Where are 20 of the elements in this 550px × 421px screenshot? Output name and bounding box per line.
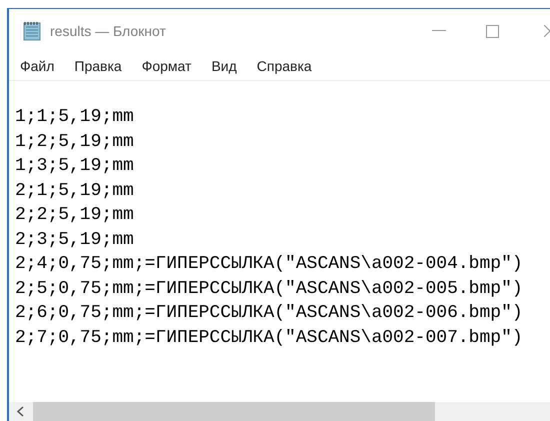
menu-item[interactable]: Справка [256,56,312,77]
text-line: 1;1;5,19;mm [15,106,134,129]
menu-item[interactable]: Правка [74,56,122,77]
text-line: 2;6;0,75;mm;=ГИПЕРССЫЛКА("ASCANS\a002-006.bmp") [15,302,523,325]
text-line: 2;3;5,19;mm [15,228,134,252]
minimize-icon[interactable] [432,30,446,32]
text-line: 1;2;5,19;mm [15,130,134,154]
text-line: 2;5;0,75;mm;=ГИПЕРССЫЛКА("ASCANS\a002-005.bmp") [15,278,523,300]
window-title: results — Блокнот [50,22,166,40]
text-line: 2;2;5,19;mm [15,204,134,227]
menu-item[interactable]: Вид [211,56,237,77]
scrollbar-thumb[interactable] [33,402,435,421]
text-line: 1;3;5,19;mm [15,155,134,178]
maximize-icon[interactable] [486,24,499,38]
menu-item[interactable]: Формат [142,56,192,77]
notepad-icon [21,20,43,42]
text-line: 2;4;0,75;mm;=ГИПЕРССЫЛКА("ASCANS\a002-004.bmp") [15,253,523,276]
menu-item[interactable]: Файл [20,56,54,77]
text-line: 2;7;0,75;mm;=ГИПЕРССЫЛКА("ASCANS\a002-007.bmp") [15,326,523,350]
text-line: 2;1;5,19;mm [15,180,134,202]
